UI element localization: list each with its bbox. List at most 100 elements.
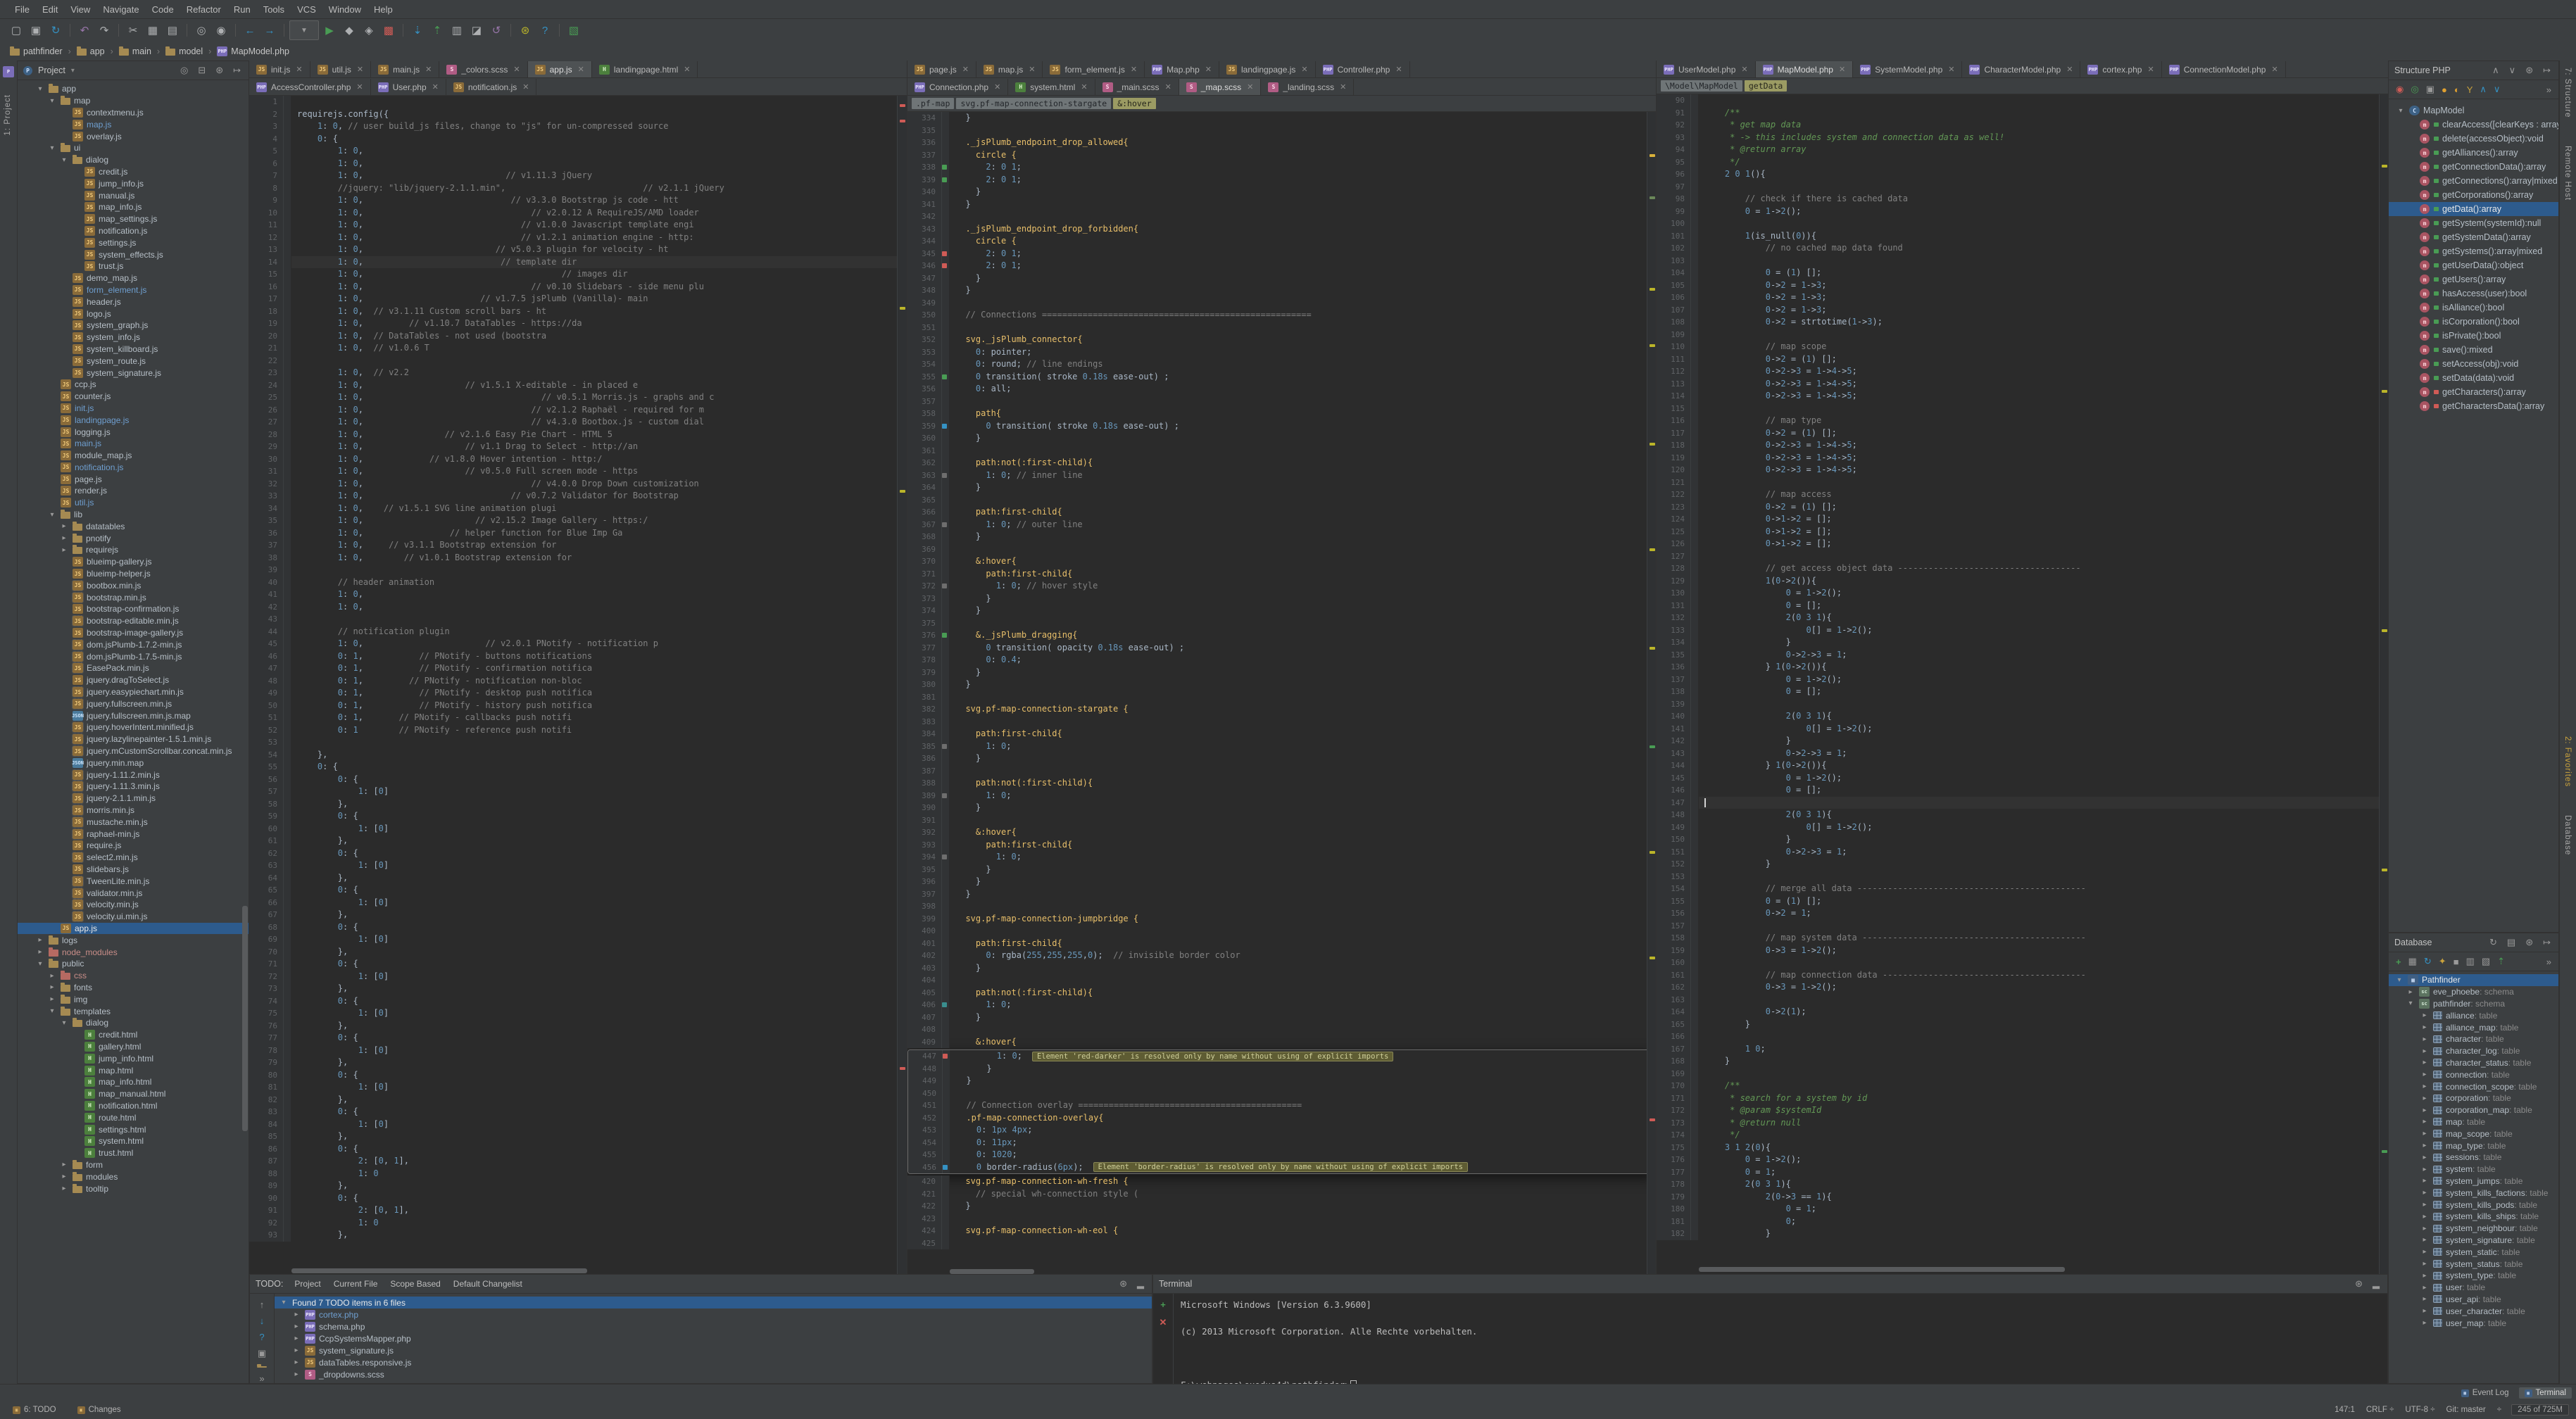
menu-code[interactable]: Code [146,2,180,17]
tree-row[interactable]: Hroute.html [18,1111,249,1123]
code-line[interactable]: 395 } [907,864,1657,876]
tree-row[interactable]: Hmap.html [18,1064,249,1076]
code-line[interactable]: 21 1: 0, // v1.0.6 T [249,342,907,355]
database-table-row[interactable]: ▸system_neighbour: table [2389,1223,2558,1235]
code-line[interactable]: 335 [907,125,1657,137]
tree-row[interactable]: JSbootstrap-editable.min.js [18,615,249,627]
tree-row[interactable]: JSbootstrap.min.js [18,591,249,603]
code-line[interactable]: 114 0->2->3 = 1->4->5; [1657,390,2389,403]
hide-panel-icon[interactable]: ↦ [231,65,243,76]
code-line[interactable]: 53 [249,736,907,749]
expand-all-icon[interactable]: ∧ [2480,84,2487,95]
close-icon[interactable]: ✕ [357,65,363,74]
code-line[interactable]: 164 0->2(1); [1657,1006,2389,1018]
tree-row[interactable]: JSjquery-1.11.2.min.js [18,769,249,781]
code-line[interactable]: 337 circle { [907,149,1657,162]
code-line[interactable]: 26 1: 0, // v2.1.2 Raphaël - required fo… [249,404,907,417]
tab-_main.scss[interactable]: S_main.scss✕ [1095,79,1179,95]
chevron-right-icon[interactable]: ▸ [2420,1047,2430,1055]
editor-right[interactable]: 9091 /**92 * get map data93 * -> this in… [1657,94,2389,1274]
chevron-right-icon[interactable]: ▸ [35,936,45,944]
code-line[interactable]: 154 // merge all data ------------------… [1657,883,2389,895]
code-line[interactable]: 342 [907,210,1657,223]
code-line[interactable]: 390 } [907,802,1657,814]
toolwindow-button-event-log[interactable]: ▦Event Log [2456,1387,2515,1399]
database-stripe-button[interactable]: Database [2563,815,2572,855]
back-icon[interactable]: ← [241,21,259,39]
tree-row[interactable]: JSapp.js [18,923,249,935]
database-root-row[interactable]: ▾▦Pathfinder [2389,974,2558,986]
remote-host-stripe-button[interactable]: Remote Host [2563,146,2572,201]
more-icon[interactable]: » [2546,84,2551,95]
code-line[interactable]: 43 [249,613,907,626]
chevron-down-icon[interactable]: ▾ [2394,976,2404,984]
code-line[interactable]: 146 0 = []; [1657,784,2389,797]
code-line[interactable]: 124 0->1->2 = []; [1657,513,2389,526]
tab-Connection.php[interactable]: PHPConnection.php✕ [907,79,1008,95]
tree-row[interactable]: JSONjquery.min.map [18,757,249,769]
code-line[interactable]: 382 svg.pf-map-connection-stargate { [907,703,1657,716]
code-line[interactable]: 29 1: 0, // v1.1 Drag to Select - http:/… [249,441,907,453]
tree-row[interactable]: JSpage.js [18,473,249,485]
database-schema-row[interactable]: ▾scpathfinder: schema [2389,998,2558,1010]
todo-filter-default-changelist[interactable]: Default Changelist [448,1278,528,1290]
breadcrumb-chip[interactable]: svg.pf-map-connection-stargate [956,98,1111,109]
chevron-down-icon[interactable]: ▾ [47,1007,57,1015]
code-line[interactable]: 35 1: 0, // v2.15.2 Image Gallery - http… [249,515,907,527]
database-table-row[interactable]: ▸connection_scope: table [2389,1080,2558,1092]
tree-row[interactable]: JScontextmenu.js [18,107,249,119]
structure-method-row[interactable]: mgetConnections():array|mixed [2389,174,2558,188]
close-icon[interactable]: ✕ [1948,65,1954,74]
undo-icon[interactable]: ↶ [75,21,94,39]
tree-row[interactable]: JSinit.js [18,403,249,415]
settings-icon[interactable]: ⊛ [516,21,534,39]
tree-row[interactable]: JStrust.js [18,260,249,272]
code-line[interactable]: 357 [907,396,1657,408]
tool-icon[interactable]: ▧ [565,21,583,39]
toolwindow-button-terminal[interactable]: ▦Terminal [2519,1387,2572,1399]
code-line[interactable]: 51 0: 1, // PNotify - callbacks push not… [249,712,907,724]
code-line[interactable]: 168 } [1657,1055,2389,1068]
code-line[interactable]: 388 path:not(:first-child){ [907,777,1657,790]
code-line[interactable]: 135 0->2->3 = 1; [1657,649,2389,662]
close-icon[interactable]: ✕ [1081,82,1087,92]
structure-method-row[interactable]: mgetCharactersData():array [2389,399,2558,413]
database-table-row[interactable]: ▸system_status: table [2389,1258,2558,1270]
code-line[interactable]: 127 [1657,550,2389,563]
code-line[interactable]: 58 }, [249,798,907,811]
code-line[interactable]: 374 } [907,605,1657,617]
preview-icon[interactable]: ▣ [258,1348,266,1359]
code-line[interactable]: 177 0 = 1; [1657,1166,2389,1179]
code-line[interactable]: 100 [1657,217,2389,230]
code-line[interactable]: 15 1: 0, // images dir [249,268,907,281]
breadcrumb-chip[interactable]: \Model\MapModel [1661,80,1742,92]
structure-method-row[interactable]: mgetCharacters():array [2389,385,2558,399]
code-line[interactable]: 83 0: { [249,1106,907,1118]
vcs-update-icon[interactable]: ⇣ [408,21,427,39]
close-icon[interactable]: ✕ [1205,65,1212,74]
code-line[interactable]: 17 1: 0, // v1.7.5 jsPlumb (Vanilla)- ma… [249,293,907,305]
tab-page.js[interactable]: JSpage.js✕ [907,61,976,77]
database-table-row[interactable]: ▸sessions: table [2389,1152,2558,1163]
code-line[interactable]: 82 }, [249,1094,907,1106]
sort-visibility-icon[interactable]: ◉ [2396,84,2404,95]
database-table-row[interactable]: ▸system_signature: table [2389,1235,2558,1247]
code-line[interactable]: 336 ._jsPlumb_endpoint_drop_allowed{ [907,137,1657,149]
tab-map.js[interactable]: JSmap.js✕ [976,61,1043,77]
menu-refactor[interactable]: Refactor [180,2,227,17]
tab-CharacterModel.php[interactable]: PHPCharacterModel.php✕ [1962,61,2080,77]
code-line[interactable]: 128 // get access object data ----------… [1657,562,2389,575]
code-line[interactable]: 34 1: 0, // v1.5.1 SVG line animation pl… [249,503,907,515]
code-line[interactable]: 344 circle { [907,235,1657,248]
chevron-right-icon[interactable]: ▸ [35,948,45,956]
database-table-row[interactable]: ▸character_status: table [2389,1057,2558,1069]
gear-icon[interactable]: ⊛ [2353,1278,2365,1289]
tree-row[interactable]: JSbootstrap-confirmation.js [18,603,249,615]
code-line[interactable]: 356 0: all; [907,383,1657,396]
tree-row[interactable]: JSjump_info.js [18,177,249,189]
code-line[interactable]: 179 2(0->3 == 1){ [1657,1191,2389,1204]
code-line[interactable]: 338 2: 0 1; [907,161,1657,174]
run-config-dropdown[interactable]: ▼ [289,20,319,40]
code-line[interactable]: 140 2(0 3 1){ [1657,710,2389,723]
code-line[interactable]: 47 0: 1, // PNotify - confirmation notif… [249,662,907,675]
